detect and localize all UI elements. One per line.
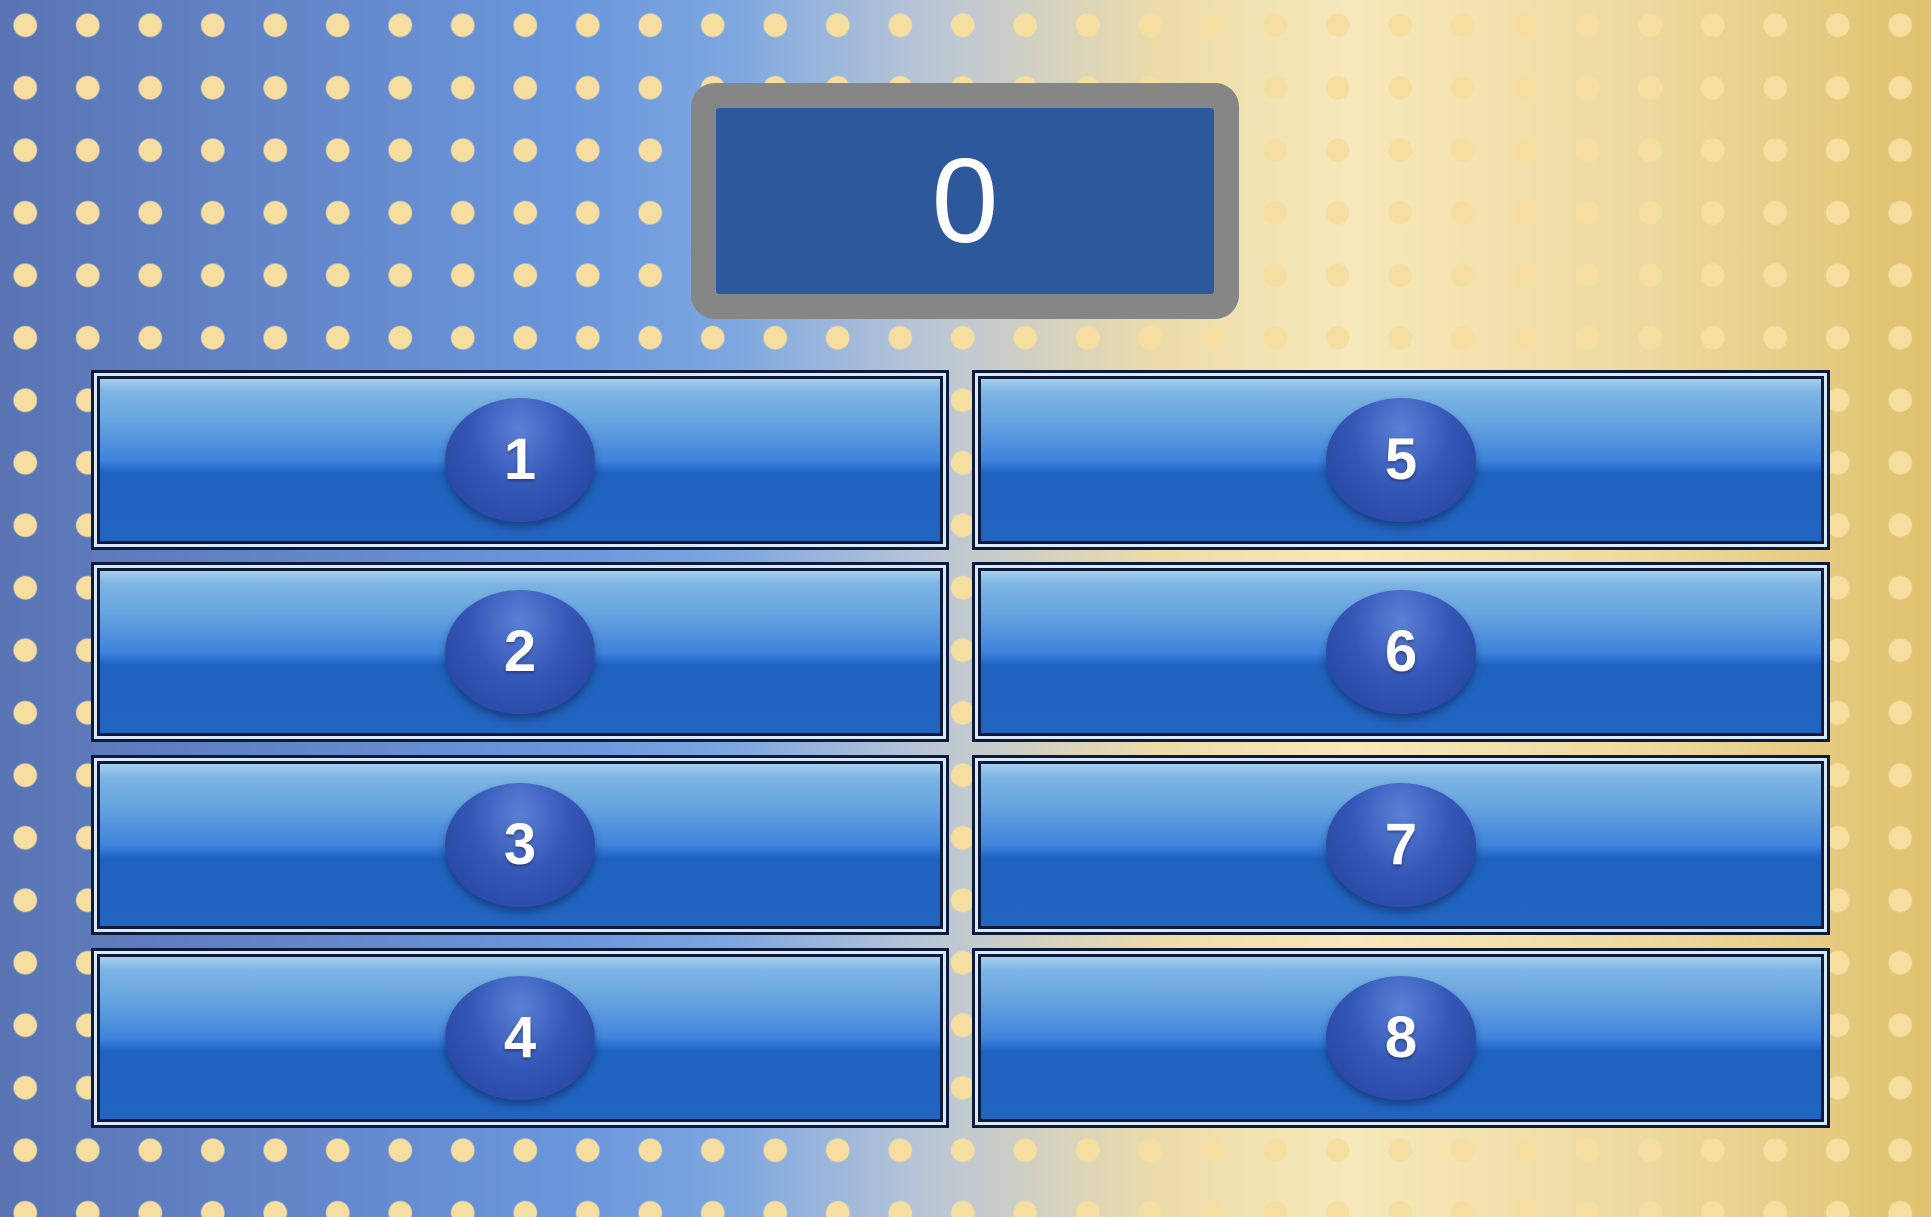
answer-number-badge: 3 xyxy=(445,783,595,907)
answer-number-badge: 1 xyxy=(445,398,595,522)
answer-slot-1[interactable]: 1 xyxy=(91,370,949,550)
score-value: 0 xyxy=(931,134,999,268)
answer-number: 8 xyxy=(1384,1005,1418,1070)
answer-number-badge: 5 xyxy=(1326,398,1476,522)
answer-number-badge: 4 xyxy=(445,976,595,1100)
answer-panel: 6 xyxy=(978,568,1824,736)
answer-number-badge: 8 xyxy=(1326,976,1476,1100)
answer-number: 5 xyxy=(1384,427,1418,492)
answer-panel: 1 xyxy=(97,376,943,544)
answer-panel: 8 xyxy=(978,954,1824,1122)
answer-number: 1 xyxy=(503,427,537,492)
answer-panel: 4 xyxy=(97,954,943,1122)
answer-slot-8[interactable]: 8 xyxy=(972,948,1830,1128)
answer-number: 2 xyxy=(503,619,537,684)
answer-number: 7 xyxy=(1384,812,1418,877)
answer-panel: 5 xyxy=(978,376,1824,544)
score-display: 0 xyxy=(691,83,1239,319)
answer-slot-5[interactable]: 5 xyxy=(972,370,1830,550)
score-screen: 0 xyxy=(716,108,1214,294)
answer-slot-6[interactable]: 6 xyxy=(972,562,1830,742)
answer-number: 4 xyxy=(503,1005,537,1070)
answer-number-badge: 7 xyxy=(1326,783,1476,907)
game-board: 0 1 2 3 4 5 6 7 8 xyxy=(0,0,1931,1217)
answer-number: 3 xyxy=(503,812,537,877)
answer-panel: 7 xyxy=(978,761,1824,929)
answer-slot-4[interactable]: 4 xyxy=(91,948,949,1128)
answer-slot-3[interactable]: 3 xyxy=(91,755,949,935)
answer-slot-2[interactable]: 2 xyxy=(91,562,949,742)
answer-panel: 3 xyxy=(97,761,943,929)
answer-number: 6 xyxy=(1384,619,1418,684)
answer-number-badge: 6 xyxy=(1326,590,1476,714)
answer-panel: 2 xyxy=(97,568,943,736)
answer-slot-7[interactable]: 7 xyxy=(972,755,1830,935)
answer-number-badge: 2 xyxy=(445,590,595,714)
